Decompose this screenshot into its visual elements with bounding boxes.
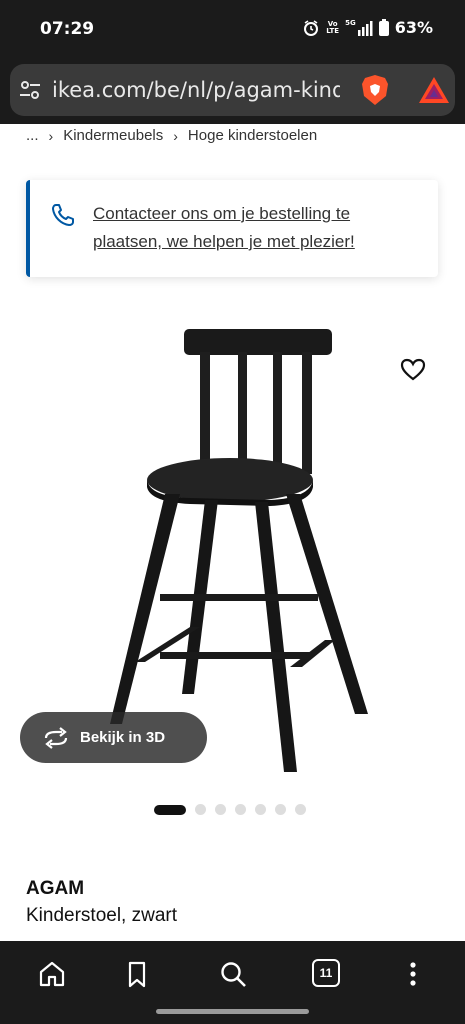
gallery-dot[interactable] [255,804,266,815]
breadcrumb-ellipsis[interactable]: ... [26,127,39,144]
address-bar[interactable]: ikea.com/be/nl/p/agam-kinder [10,64,455,116]
gallery-dot[interactable] [295,804,306,815]
alarm-icon [304,19,319,36]
home-icon[interactable] [37,959,67,989]
gallery-dot[interactable] [235,804,246,815]
signal-icon: 5G [345,18,373,36]
breadcrumb-item-hoge-kinderstoelen[interactable]: Hoge kinderstoelen [188,127,317,144]
brave-rewards-icon[interactable] [418,76,450,104]
chevron-right-icon: › [173,127,178,144]
view-in-3d-label: Bekijk in 3D [80,729,166,746]
more-menu-icon[interactable] [398,959,428,989]
search-icon[interactable] [218,959,248,989]
rotate-3d-icon [44,726,68,749]
battery-icon [378,19,389,36]
browser-toolbar: ikea.com/be/nl/p/agam-kinder [0,60,465,124]
gallery-dot[interactable] [215,804,226,815]
status-bar: 07:29 Vo LTE 5G 63% [0,0,465,60]
phone-icon [52,204,74,226]
contact-link[interactable]: Contacteer ons om je bestelling te plaat… [93,200,413,256]
view-in-3d-button[interactable]: Bekijk in 3D [20,712,207,763]
contact-banner: Contacteer ons om je bestelling te plaat… [26,180,438,277]
gallery-dot[interactable] [195,804,206,815]
status-time: 07:29 [40,19,95,39]
battery-percent: 63% [394,18,433,37]
tabs-button[interactable]: 11 [312,959,340,987]
browser-bottom-bar: 11 [0,941,465,1024]
product-description: Kinderstoel, zwart [26,905,178,926]
volte-indicator: Vo LTE [326,19,340,35]
site-settings-icon[interactable] [18,78,42,102]
brave-shields-icon[interactable] [360,74,390,106]
bookmark-icon[interactable] [122,959,152,989]
tab-count: 11 [319,966,333,980]
gallery-dot[interactable] [275,804,286,815]
favorite-heart-icon[interactable] [400,357,426,383]
chevron-right-icon: › [48,127,54,144]
breadcrumb: ... › Kindermeubels › Hoge kinderstoelen [26,127,317,144]
gesture-home-bar[interactable] [156,1009,309,1014]
gallery-dot-active[interactable] [154,804,186,815]
gallery-pagination [154,804,306,815]
breadcrumb-item-kindermeubels[interactable]: Kindermeubels [63,127,163,144]
product-name: AGAM [26,878,85,899]
network-type-label: 5G [345,18,356,27]
status-icons: Vo LTE 5G 63% [302,18,433,37]
url-text[interactable]: ikea.com/be/nl/p/agam-kinder [52,78,340,102]
